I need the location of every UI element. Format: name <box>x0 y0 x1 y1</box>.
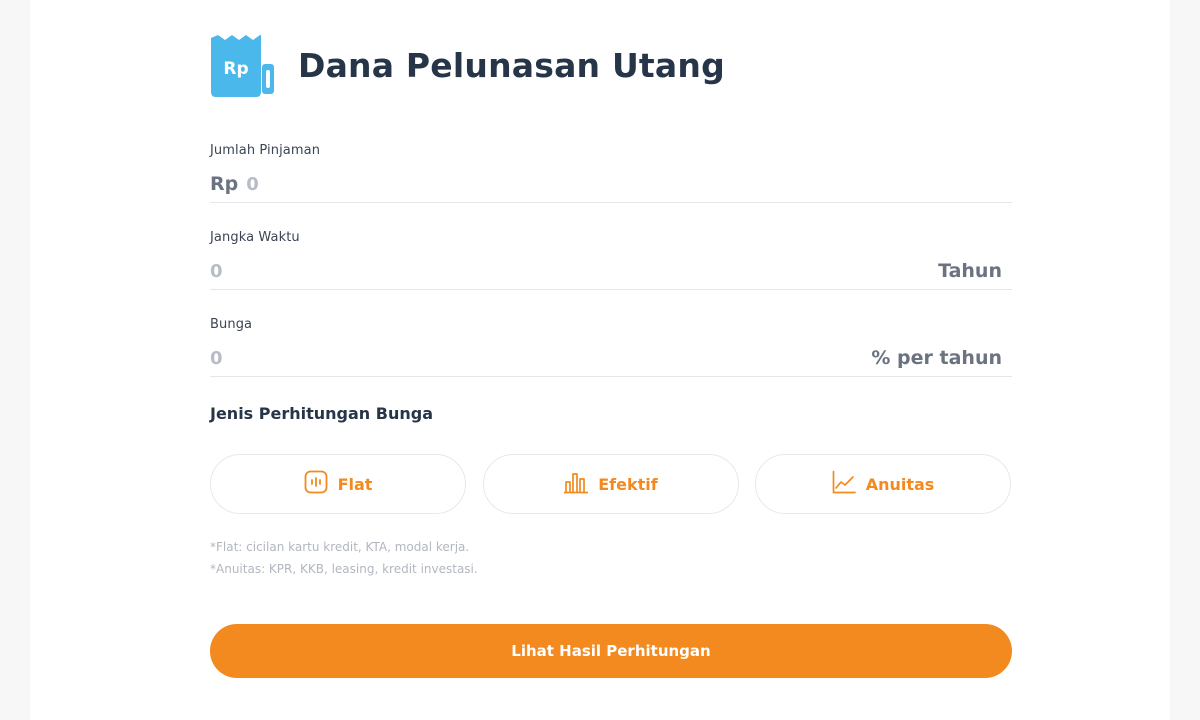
term-label: Jangka Waktu <box>210 230 300 245</box>
loan-amount-label: Jumlah Pinjaman <box>210 143 321 158</box>
flat-icon <box>304 470 328 498</box>
option-anuitas-button[interactable]: Anuitas <box>755 454 1011 514</box>
option-efektif-button[interactable]: Efektif <box>483 454 739 514</box>
interest-unit: % per tahun <box>871 347 1002 369</box>
loan-amount-input[interactable] <box>246 173 1002 195</box>
page-title: Dana Pelunasan Utang <box>298 45 725 85</box>
note-anuitas: *Anuitas: KPR, KKB, leasing, kredit inve… <box>210 562 478 576</box>
interest-label: Bunga <box>210 317 253 332</box>
note-flat: *Flat: cicilan kartu kredit, KTA, modal … <box>210 540 470 554</box>
term-input[interactable] <box>210 260 939 282</box>
term-row: Tahun <box>210 260 1002 282</box>
term-field: Jangka Waktu Tahun <box>210 230 1012 290</box>
rp-logo-icon: Rp <box>210 34 276 100</box>
view-results-button[interactable]: Lihat Hasil Perhitungan <box>210 624 1012 678</box>
loan-amount-field: Jumlah Pinjaman Rp <box>210 143 1012 203</box>
currency-prefix: Rp <box>210 173 239 195</box>
term-unit: Tahun <box>938 260 1002 282</box>
header: Rp Dana Pelunasan Utang <box>210 34 725 100</box>
logo-text: Rp <box>223 59 248 79</box>
option-efektif-label: Efektif <box>598 474 658 494</box>
interest-field: Bunga % per tahun <box>210 317 1012 377</box>
option-flat-label: Flat <box>337 474 373 494</box>
interest-input[interactable] <box>210 347 872 369</box>
interest-row: % per tahun <box>210 347 1002 369</box>
efektif-icon <box>563 470 589 498</box>
interest-type-title: Jenis Perhitungan Bunga <box>210 404 433 423</box>
loan-amount-row: Rp <box>210 173 1002 195</box>
option-anuitas-label: Anuitas <box>865 474 935 494</box>
option-flat-button[interactable]: Flat <box>210 454 466 514</box>
anuitas-icon <box>832 470 856 498</box>
